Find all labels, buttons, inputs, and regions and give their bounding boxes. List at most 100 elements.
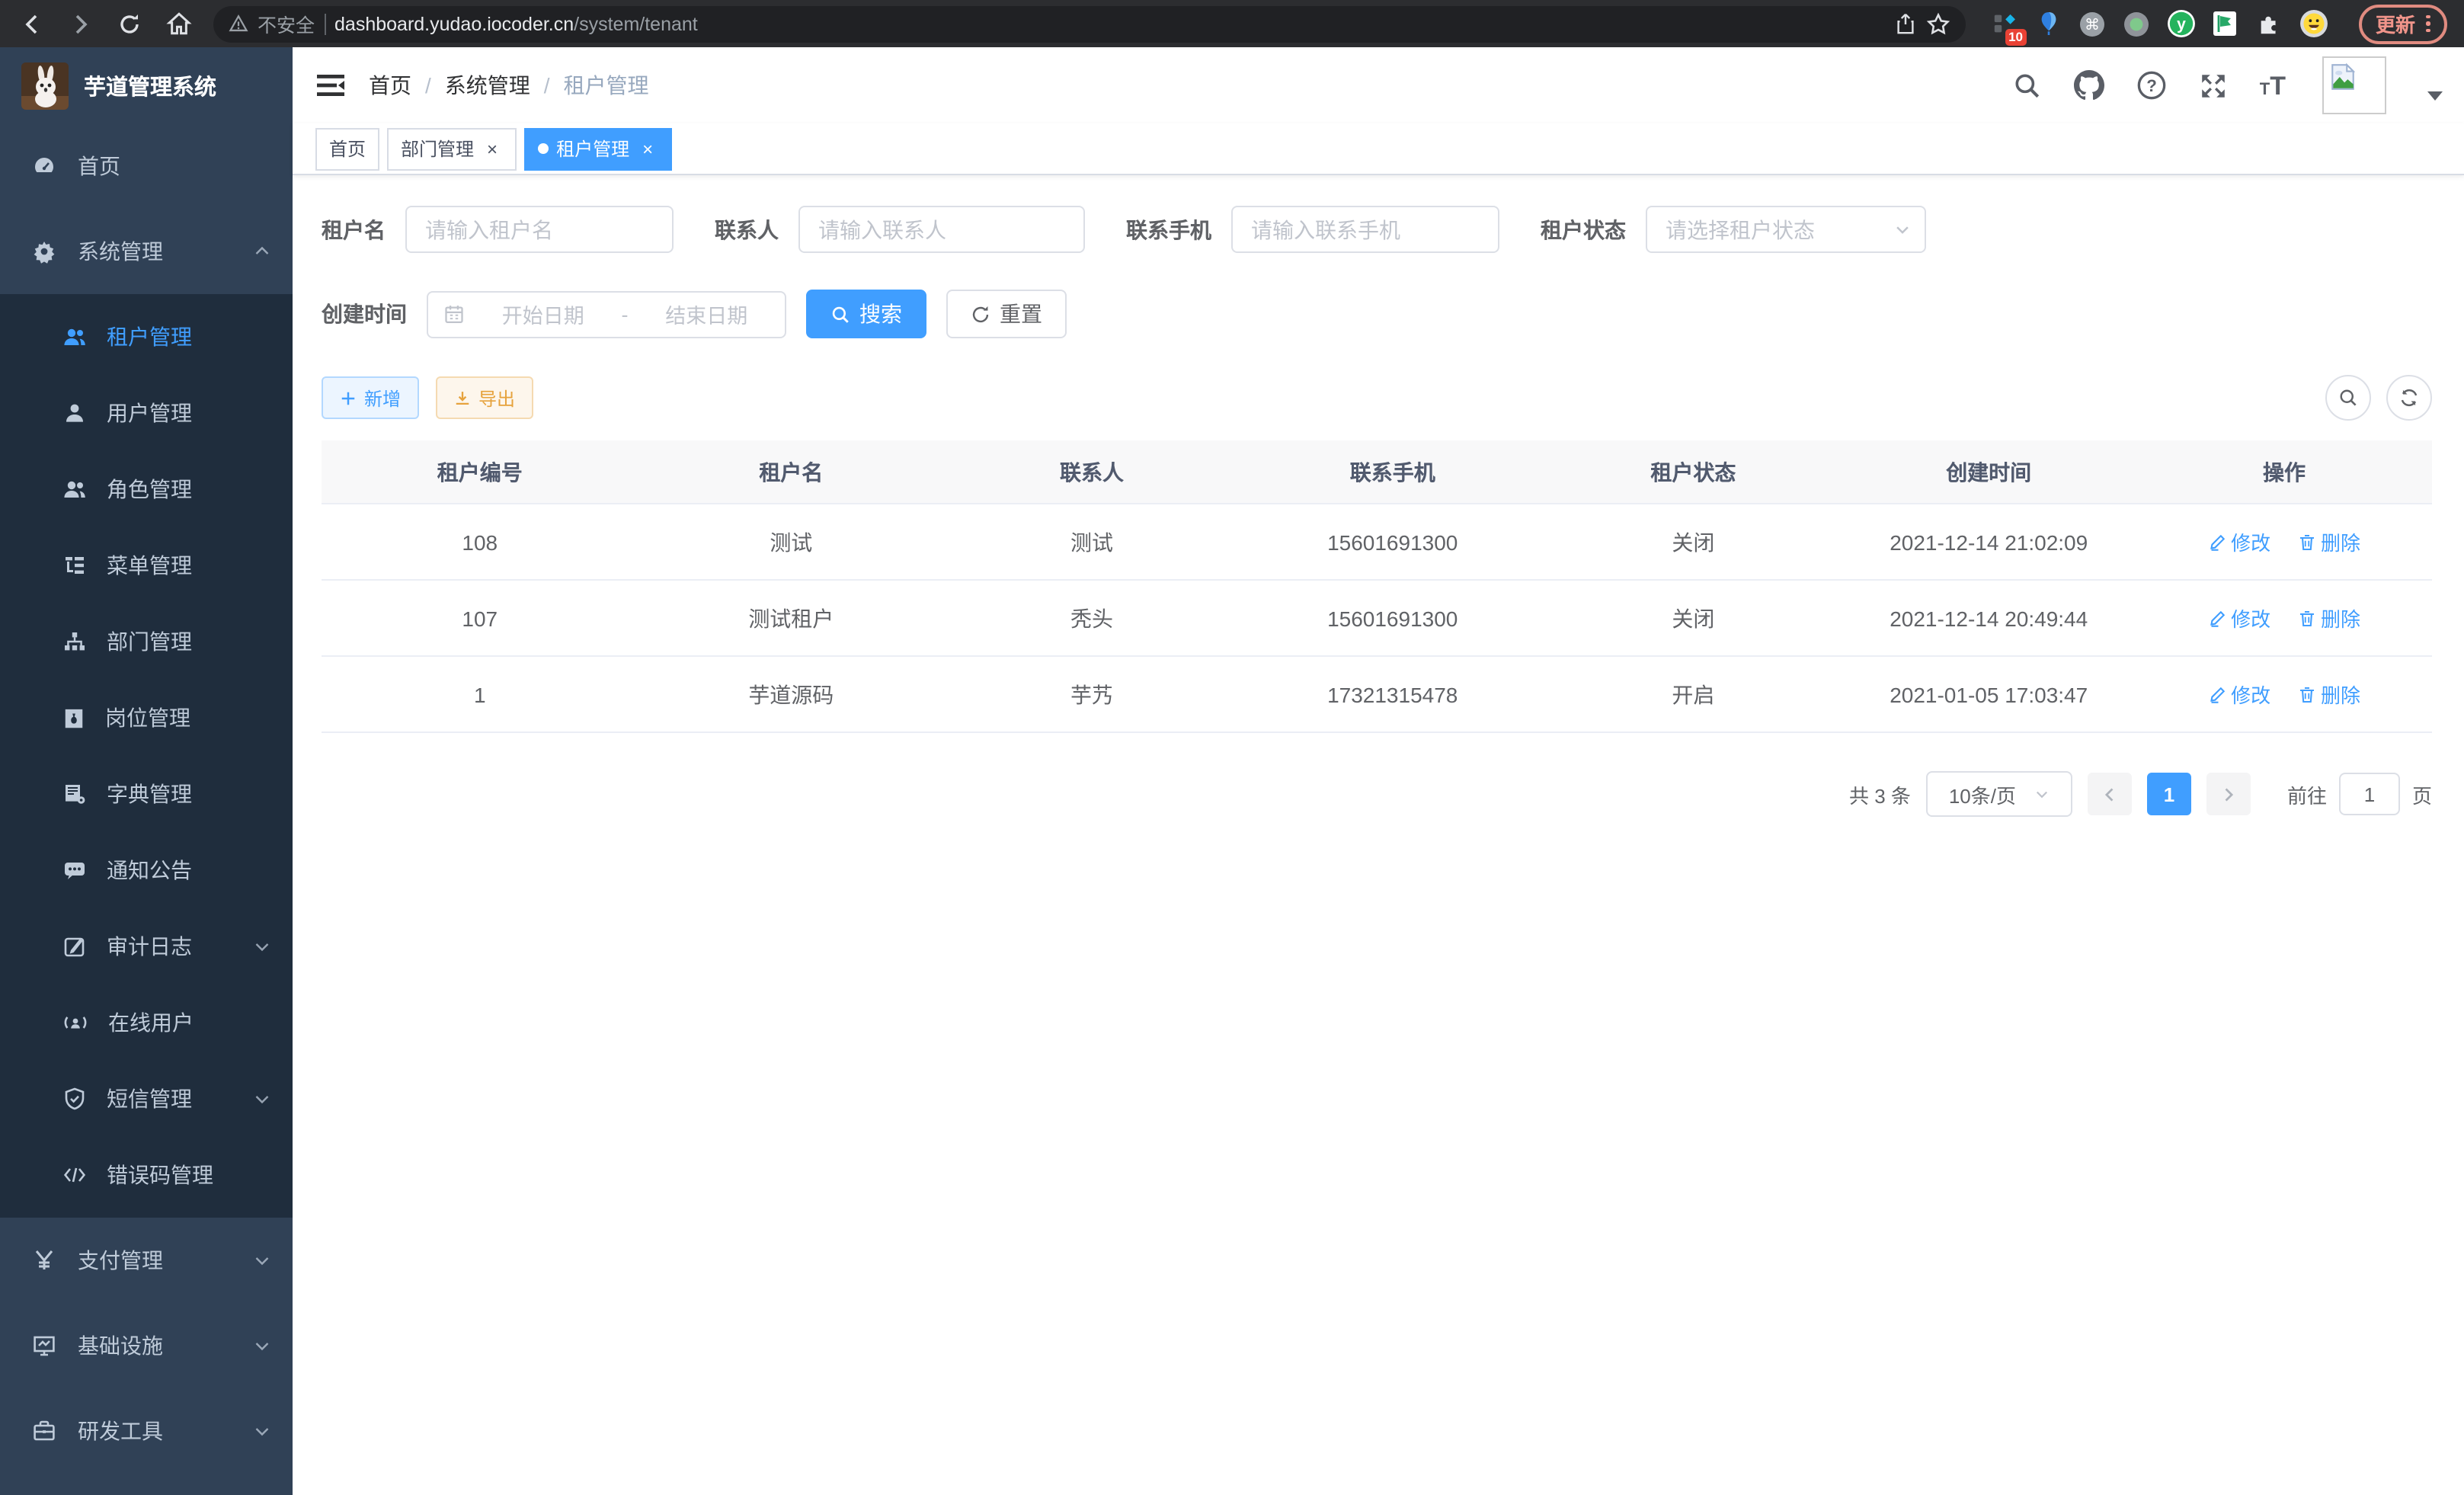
tag-home[interactable]: 首页 bbox=[315, 127, 379, 170]
search-icon[interactable] bbox=[2013, 71, 2042, 100]
back-arrow-icon bbox=[20, 11, 44, 36]
cell-phone: 17321315478 bbox=[1240, 656, 1546, 732]
add-button[interactable]: 新增 bbox=[322, 376, 419, 419]
omnibox-divider bbox=[324, 13, 325, 34]
extension-balloon-icon[interactable] bbox=[2034, 10, 2062, 37]
next-page-button[interactable] bbox=[2206, 773, 2251, 815]
sidebar-item-sms-management[interactable]: 短信管理 bbox=[0, 1061, 293, 1137]
refresh-table-button[interactable] bbox=[2386, 375, 2432, 421]
sidebar-item-online-users[interactable]: 在线用户 bbox=[0, 984, 293, 1061]
extension-recorder-icon[interactable] bbox=[2123, 10, 2150, 37]
sidebar-item-system[interactable]: 系统管理 bbox=[0, 209, 293, 294]
sidebar-item-tenant-management[interactable]: 租户管理 bbox=[0, 299, 293, 375]
sidebar: 芋道管理系统 首页 系统管理 租户管理 bbox=[0, 47, 293, 1495]
browser-menu-icon[interactable] bbox=[2426, 15, 2430, 33]
export-button[interactable]: 导出 bbox=[436, 376, 533, 419]
github-icon[interactable] bbox=[2074, 70, 2104, 101]
trash-icon bbox=[2298, 609, 2316, 627]
svg-text:y: y bbox=[2176, 16, 2185, 34]
font-size-icon[interactable]: TT bbox=[2260, 72, 2286, 98]
chevron-down-icon bbox=[1894, 221, 1911, 238]
bookmark-star-icon[interactable] bbox=[1926, 11, 1950, 36]
extension-flag-icon[interactable] bbox=[2211, 10, 2238, 37]
browser-forward-button[interactable] bbox=[61, 4, 101, 43]
sidebar-item-audit-log[interactable]: 审计日志 bbox=[0, 908, 293, 984]
system-submenu: 租户管理 用户管理 角色管理 菜单管理 bbox=[0, 294, 293, 1218]
tag-tenant-management[interactable]: 租户管理 × bbox=[524, 127, 672, 170]
delete-link[interactable]: 删除 bbox=[2298, 527, 2360, 556]
green-dot-circle-icon bbox=[2123, 10, 2150, 37]
security-label[interactable]: 不安全 bbox=[258, 9, 315, 38]
close-icon[interactable]: × bbox=[482, 138, 503, 159]
sidebar-item-infrastructure[interactable]: 基础设施 bbox=[0, 1303, 293, 1388]
show-search-toggle-button[interactable] bbox=[2325, 375, 2371, 421]
search-icon bbox=[2338, 387, 2359, 408]
cell-actions: 修改 删除 bbox=[2136, 504, 2432, 580]
extension-profile-avatar[interactable] bbox=[2299, 10, 2327, 37]
tags-view: 首页 部门管理 × 租户管理 × bbox=[293, 123, 2464, 175]
sidebar-item-dict-management[interactable]: 字典管理 bbox=[0, 756, 293, 832]
breadcrumb-current: 租户管理 bbox=[564, 70, 649, 101]
status-select[interactable] bbox=[1646, 206, 1926, 253]
browser-back-button[interactable] bbox=[12, 4, 52, 43]
extension-yuque-icon[interactable]: y bbox=[2167, 10, 2194, 37]
phone-input[interactable] bbox=[1231, 206, 1499, 253]
tenant-name-input[interactable] bbox=[405, 206, 674, 253]
breadcrumb-home[interactable]: 首页 bbox=[369, 70, 411, 101]
date-range-picker[interactable]: 开始日期 - 结束日期 bbox=[427, 290, 786, 338]
search-button[interactable]: 搜索 bbox=[806, 290, 926, 338]
prev-page-button[interactable] bbox=[2088, 773, 2132, 815]
delete-link[interactable]: 删除 bbox=[2298, 680, 2360, 709]
extension-puzzle-icon[interactable] bbox=[2255, 10, 2283, 37]
edit-link[interactable]: 修改 bbox=[2208, 603, 2270, 632]
sidebar-collapse-icon[interactable] bbox=[314, 69, 347, 102]
sidebar-item-user-management[interactable]: 用户管理 bbox=[0, 375, 293, 451]
sidebar-item-label: 短信管理 bbox=[107, 1084, 233, 1114]
user-avatar[interactable] bbox=[2322, 56, 2386, 114]
extension-tabs-icon[interactable]: 10 bbox=[1990, 10, 2018, 37]
address-bar[interactable]: 不安全 dashboard.yudao.iocoder.cn/system/te… bbox=[213, 5, 1966, 42]
browser-update-button[interactable]: 更新 bbox=[2359, 4, 2446, 43]
sidebar-item-payment[interactable]: 支付管理 bbox=[0, 1218, 293, 1303]
share-icon[interactable] bbox=[1894, 12, 1917, 35]
browser-reload-button[interactable] bbox=[110, 4, 149, 43]
edit-pencil-icon bbox=[2208, 609, 2226, 627]
date-start-placeholder: 开始日期 bbox=[480, 299, 606, 329]
goto-page-input[interactable] bbox=[2339, 773, 2400, 815]
page-number-1[interactable]: 1 bbox=[2147, 773, 2191, 815]
delete-link[interactable]: 删除 bbox=[2298, 603, 2360, 632]
date-separator: - bbox=[622, 303, 629, 325]
url-text[interactable]: dashboard.yudao.iocoder.cn/system/tenant bbox=[334, 13, 698, 34]
fullscreen-icon[interactable] bbox=[2199, 71, 2228, 100]
update-label: 更新 bbox=[2376, 9, 2415, 38]
export-button-label: 导出 bbox=[478, 385, 515, 411]
help-icon[interactable]: ? bbox=[2136, 70, 2167, 101]
breadcrumb-system[interactable]: 系统管理 bbox=[445, 70, 530, 101]
page-size-select[interactable]: 10条/页 bbox=[1926, 771, 2072, 817]
sidebar-item-post-management[interactable]: 岗位管理 bbox=[0, 680, 293, 756]
reset-button[interactable]: 重置 bbox=[946, 290, 1067, 338]
tag-dept-management[interactable]: 部门管理 × bbox=[387, 127, 517, 170]
sidebar-item-menu-management[interactable]: 菜单管理 bbox=[0, 527, 293, 603]
sidebar-item-dept-management[interactable]: 部门管理 bbox=[0, 603, 293, 680]
refresh-icon bbox=[2398, 387, 2420, 408]
close-icon[interactable]: × bbox=[637, 138, 658, 159]
sidebar-item-notice-announcement[interactable]: 通知公告 bbox=[0, 832, 293, 908]
avatar-dropdown-caret[interactable] bbox=[2427, 91, 2443, 101]
extension-command-icon[interactable]: ⌘ bbox=[2078, 10, 2106, 37]
table-row: 1 芋道源码 芋艿 17321315478 开启 2021-01-05 17:0… bbox=[322, 656, 2432, 732]
browser-home-button[interactable] bbox=[158, 4, 198, 43]
edit-link[interactable]: 修改 bbox=[2208, 527, 2270, 556]
sidebar-item-label: 角色管理 bbox=[107, 474, 271, 504]
sidebar-item-home[interactable]: 首页 bbox=[0, 123, 293, 209]
delete-label: 删除 bbox=[2321, 527, 2360, 556]
edit-link[interactable]: 修改 bbox=[2208, 680, 2270, 709]
tag-label: 租户管理 bbox=[556, 136, 629, 162]
contact-input[interactable] bbox=[798, 206, 1085, 253]
sidebar-item-error-code[interactable]: 错误码管理 bbox=[0, 1137, 293, 1213]
trash-icon bbox=[2298, 533, 2316, 551]
sidebar-item-dev-tools[interactable]: 研发工具 bbox=[0, 1388, 293, 1474]
cell-created: 2021-12-14 20:49:44 bbox=[1841, 580, 2136, 656]
sidebar-logo[interactable]: 芋道管理系统 bbox=[0, 47, 293, 123]
sidebar-item-role-management[interactable]: 角色管理 bbox=[0, 451, 293, 527]
